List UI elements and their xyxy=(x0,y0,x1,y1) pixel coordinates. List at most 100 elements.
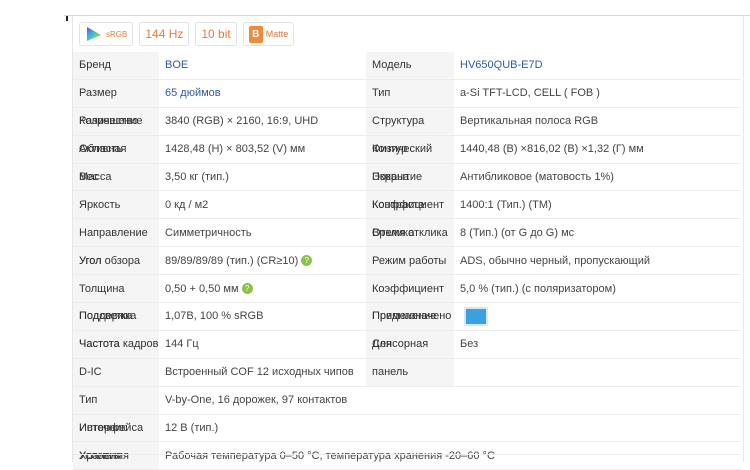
size-link[interactable]: 65 дюймов xyxy=(159,79,366,108)
table-row: Толщина 0,50 + 0,50 мм? Коэффициент 5,0 … xyxy=(73,274,741,304)
spec-label: Физический Контур xyxy=(366,135,454,164)
spec-label-b: Разрешение xyxy=(79,115,143,128)
spec-label: Угол обзора Угол xyxy=(73,246,159,276)
spec-value: Антибликовое (матовость 1%) xyxy=(454,163,741,192)
spec-label: Бренд xyxy=(73,52,159,80)
spec-label-b: Хранения xyxy=(79,449,129,462)
spec-value: 3840 (RGB) × 2160, 16:9, UHD xyxy=(159,107,366,136)
spec-label-b: Контраста xyxy=(372,198,425,211)
badge-bit-label: 10 bit xyxy=(201,27,231,41)
spec-label: Структура xyxy=(366,107,454,136)
spec-value: 144 Гц xyxy=(159,330,366,359)
table-row: Направление Симметричность Время отклика… xyxy=(73,218,741,248)
spec-label-b: Вес xyxy=(79,171,98,183)
badge-srgb-label: sRGB xyxy=(106,29,128,39)
spec-label: Коэффициент Контраста xyxy=(366,190,454,220)
spec-label-b: Экрана xyxy=(372,171,410,183)
bottom-divider xyxy=(73,454,741,455)
matte-icon: B xyxy=(248,25,263,43)
table-row: Яркость 0 кд / м2 Коэффициент Контраста 1… xyxy=(73,190,741,220)
spec-value: 1428,48 (H) × 803,52 (V) мм xyxy=(159,135,366,164)
table-row: Тип V-by-One, 16 дорожек, 97 контактов xyxy=(73,386,741,415)
spec-value: Рабочая температура 0–50 °C, температура… xyxy=(159,441,741,470)
spec-label: D-IC xyxy=(73,358,159,387)
spec-label: Размер xyxy=(73,79,159,108)
spec-value: 89/89/89/89 (тип.) (CR≥10)? xyxy=(159,246,366,276)
spec-label: Время отклика Отклика xyxy=(366,218,454,248)
badge-bit-depth[interactable]: 10 bit xyxy=(195,22,237,46)
table-row: Размер 65 дюймов Тип a-Si TFT-LCD, CELL … xyxy=(73,79,741,108)
badge-refresh-label: 144 Hz xyxy=(145,27,184,41)
spec-value: 1400:1 (Тип.) (TM) xyxy=(454,190,741,220)
badge-srgb[interactable]: sRGB xyxy=(79,22,134,46)
spec-value: Встроенный COF 12 исходных чипов xyxy=(159,358,366,387)
spec-label-b: Применение xyxy=(372,310,437,323)
spec-value: 8 (Тип.) (от G до G) мс xyxy=(454,218,741,248)
spec-value: 1,07B, 100 % sRGB xyxy=(159,302,366,331)
spec-value: V-by-One, 16 дорожек, 97 контактов xyxy=(159,386,741,415)
spec-value: Без xyxy=(454,330,741,359)
help-icon[interactable]: ? xyxy=(241,283,253,295)
spec-label: Сенсорная Для xyxy=(366,330,454,359)
table-row: Условия Хранения Рабочая температура 0–50… xyxy=(73,441,741,470)
spec-value: ADS, обычно черный, пропускающий xyxy=(454,246,741,276)
spec-label: Коэффициент xyxy=(366,274,454,304)
specs-table: Бренд BOE Модель HV650QUB-E7D Размер 65 … xyxy=(73,52,741,470)
spec-label-b: Область xyxy=(79,143,123,156)
viewing-angle-value: 89/89/89/89 (тип.) (CR≥10) xyxy=(165,254,299,267)
spec-value: 1440,48 (В) ×816,02 (В) ×1,32 (Г) мм xyxy=(454,135,741,164)
spec-value xyxy=(454,358,741,387)
thickness-value: 0,50 + 0,50 мм xyxy=(165,282,239,295)
table-row: Частота кадров Частота 144 Гц Сенсорная Дл… xyxy=(73,330,741,359)
table-row: Масса Вес 3,50 кг (тип.) Покрытие Экрана А… xyxy=(73,163,741,192)
spec-label: Предназначено Применение xyxy=(366,302,454,331)
spec-label-b: Угол xyxy=(79,254,102,267)
spec-label: Режим работы xyxy=(366,246,454,276)
spec-value: a-Si TFT-LCD, CELL ( FOB ) xyxy=(454,79,741,108)
spec-label: Покрытие Экрана xyxy=(366,163,454,192)
spec-value: Симметричность xyxy=(159,218,366,248)
table-row: Активная Область 1428,48 (H) × 803,52 (V)… xyxy=(73,135,741,164)
spec-label-b: Источник xyxy=(79,422,126,435)
table-row: Бренд BOE Модель HV650QUB-E7D xyxy=(73,52,741,80)
model-link[interactable]: HV650QUB-E7D xyxy=(454,52,741,80)
badge-refresh-rate[interactable]: 144 Hz xyxy=(139,22,190,46)
spec-label: Частота кадров Частота xyxy=(73,330,159,359)
spec-label: панель xyxy=(366,358,454,387)
spec-label-b: Контур xyxy=(372,143,408,156)
spec-label-b: Для xyxy=(372,338,392,351)
spec-label: Тип xyxy=(73,386,159,415)
spec-label: Количество Разрешение xyxy=(73,107,159,136)
spec-label: Подсветка Поддержка xyxy=(73,302,159,331)
spec-label: Масса Вес xyxy=(73,163,159,192)
table-row: Количество Разрешение 3840 (RGB) × 2160, … xyxy=(73,107,741,136)
spec-value: 0 кд / м2 xyxy=(159,190,366,220)
badge-matte-label: Matte xyxy=(265,29,289,39)
feature-badges: sRGB 144 Hz 10 bit B Matte xyxy=(79,22,295,48)
spec-value: 12 В (тип.) xyxy=(159,414,741,443)
table-row: D-IC Встроенный COF 12 исходных чипов па… xyxy=(73,358,741,387)
table-row: Интерфейса Источник 12 В (тип.) xyxy=(73,414,741,443)
spec-label: Интерфейса Источник xyxy=(73,414,159,443)
help-icon[interactable]: ? xyxy=(301,255,313,267)
table-row: Подсветка Поддержка 1,07B, 100 % sRGB Пре… xyxy=(73,302,741,331)
spec-label: Модель xyxy=(366,52,454,80)
spec-value: 0,50 + 0,50 мм? xyxy=(159,274,366,304)
spec-label-b: Частота xyxy=(79,338,120,351)
color-gamut-icon xyxy=(87,27,101,41)
spec-label: Активная Область xyxy=(73,135,159,164)
spec-label: Направление xyxy=(73,218,159,248)
spec-label: Яркость xyxy=(73,190,159,220)
brand-link[interactable]: BOE xyxy=(159,52,366,80)
spec-label: Условия Хранения xyxy=(73,441,159,470)
table-row: Угол обзора Угол 89/89/89/89 (тип.) (CR≥1… xyxy=(73,246,741,276)
spec-value: 5,0 % (тип.) (с поляризатором) xyxy=(454,274,741,304)
monitor-icon xyxy=(464,306,488,326)
spec-label: Толщина xyxy=(73,274,159,304)
spec-value: Вертикальная полоса RGB xyxy=(454,107,741,136)
spec-value: 3,50 кг (тип.) xyxy=(159,163,366,192)
spec-label: Тип xyxy=(366,79,454,108)
cursor-mark xyxy=(66,16,68,21)
badge-matte[interactable]: B Matte xyxy=(242,22,295,46)
spec-label-b: Поддержка xyxy=(79,310,137,323)
